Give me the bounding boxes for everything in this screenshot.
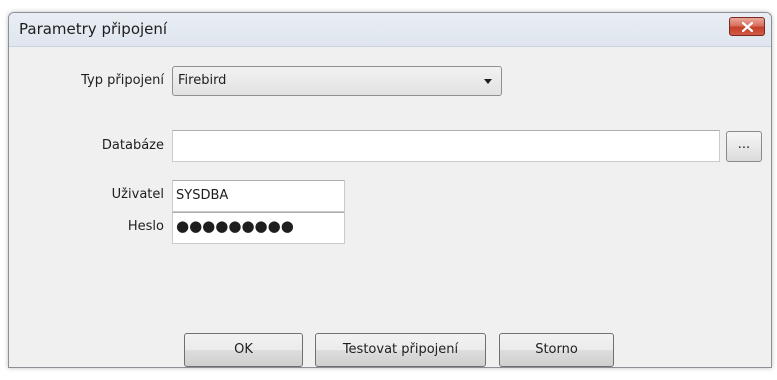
dialog-title: Parametry připojení xyxy=(19,20,168,38)
user-value: SYSDBA xyxy=(176,188,229,203)
browse-database-button[interactable]: ... xyxy=(726,131,762,162)
connection-type-label: Typ připojení xyxy=(81,73,164,88)
password-value: ●●●●●●●●● xyxy=(176,217,294,235)
close-icon xyxy=(742,22,753,32)
password-input[interactable]: ●●●●●●●●● xyxy=(172,212,345,244)
close-button[interactable] xyxy=(729,17,765,36)
connection-parameters-dialog: Parametry připojení Typ připojení Firebi… xyxy=(8,12,772,368)
connection-type-value: Firebird xyxy=(178,73,227,88)
connection-type-select[interactable]: Firebird xyxy=(172,66,502,96)
password-label: Heslo xyxy=(127,219,164,234)
test-connection-button[interactable]: Testovat připojení xyxy=(315,333,486,367)
user-input[interactable]: SYSDBA xyxy=(172,180,345,212)
database-label: Databáze xyxy=(101,138,164,153)
chevron-down-icon xyxy=(484,79,492,84)
dialog-titlebar[interactable]: Parametry připojení xyxy=(9,13,771,47)
database-input[interactable] xyxy=(172,130,720,162)
ok-button[interactable]: OK xyxy=(184,333,303,367)
user-label: Uživatel xyxy=(111,187,164,202)
cancel-button[interactable]: Storno xyxy=(499,333,614,367)
